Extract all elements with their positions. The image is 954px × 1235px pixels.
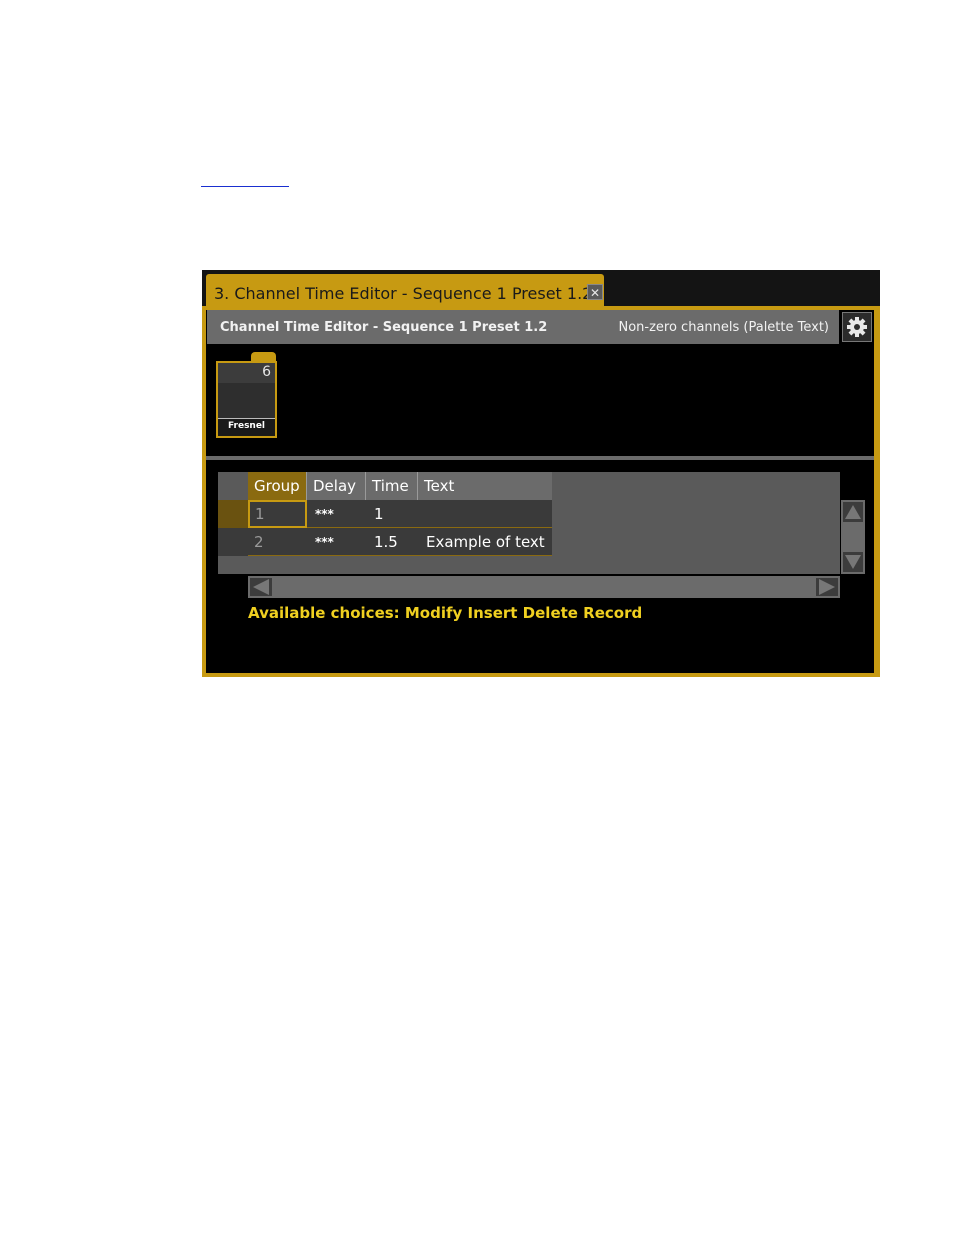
gear-icon <box>847 317 867 337</box>
top-link-underline[interactable] <box>201 186 289 187</box>
fixture-type-label: Fresnel <box>227 421 266 431</box>
window-tab-title: 3. Channel Time Editor - Sequence 1 Pres… <box>214 284 593 303</box>
column-header-text[interactable]: Text <box>418 472 552 500</box>
scroll-up-button[interactable] <box>843 502 863 522</box>
table-cell-time[interactable]: 1.5 <box>368 528 418 556</box>
table-cell-text[interactable]: Example of text <box>420 528 552 556</box>
row-selector[interactable] <box>218 528 248 556</box>
pane-splitter[interactable] <box>206 456 874 460</box>
column-header-group[interactable]: Group <box>248 472 307 500</box>
channel-tile[interactable]: 6 Fresnel <box>216 361 277 438</box>
editor-title: Channel Time Editor - Sequence 1 Preset … <box>220 320 548 335</box>
column-header-delay[interactable]: Delay <box>307 472 366 500</box>
window-frame: Channel Time Editor - Sequence 1 Preset … <box>202 306 880 677</box>
channel-tile-body <box>218 383 275 419</box>
table-cell-group[interactable]: 1 <box>248 500 307 528</box>
table-cell-delay[interactable]: *** <box>309 500 366 528</box>
column-header-time[interactable]: Time <box>366 472 418 500</box>
arrow-up-icon <box>845 505 861 519</box>
channel-tile-header: 6 <box>218 363 275 383</box>
channel-number: 6 <box>262 364 271 380</box>
available-choices-text: Available choices: Modify Insert Delete … <box>248 604 643 622</box>
horizontal-scrollbar[interactable] <box>248 576 840 598</box>
window-tab[interactable]: 3. Channel Time Editor - Sequence 1 Pres… <box>206 274 604 308</box>
table-cell-time[interactable]: 1 <box>368 500 418 528</box>
table-cell-group[interactable]: 2 <box>248 528 307 556</box>
arrow-down-icon <box>845 555 861 569</box>
scroll-left-button[interactable] <box>250 578 272 596</box>
table-cell-text[interactable] <box>420 500 552 528</box>
channel-time-editor-window: 3. Channel Time Editor - Sequence 1 Pres… <box>202 270 880 677</box>
arrow-left-icon <box>253 579 269 595</box>
scroll-down-button[interactable] <box>843 552 863 572</box>
vertical-scrollbar[interactable] <box>841 500 865 574</box>
row-selector[interactable] <box>218 500 248 528</box>
channel-tile-footer: Fresnel <box>218 418 275 436</box>
editor-header: Channel Time Editor - Sequence 1 Preset … <box>207 310 839 344</box>
settings-button[interactable] <box>842 312 872 342</box>
view-mode-label[interactable]: Non-zero channels (Palette Text) <box>618 320 829 335</box>
window-body: Channel Time Editor - Sequence 1 Preset … <box>206 310 874 673</box>
arrow-right-icon <box>819 579 835 595</box>
close-icon[interactable]: ✕ <box>587 284 603 300</box>
table-cell-delay[interactable]: *** <box>309 528 366 556</box>
scroll-right-button[interactable] <box>816 578 838 596</box>
